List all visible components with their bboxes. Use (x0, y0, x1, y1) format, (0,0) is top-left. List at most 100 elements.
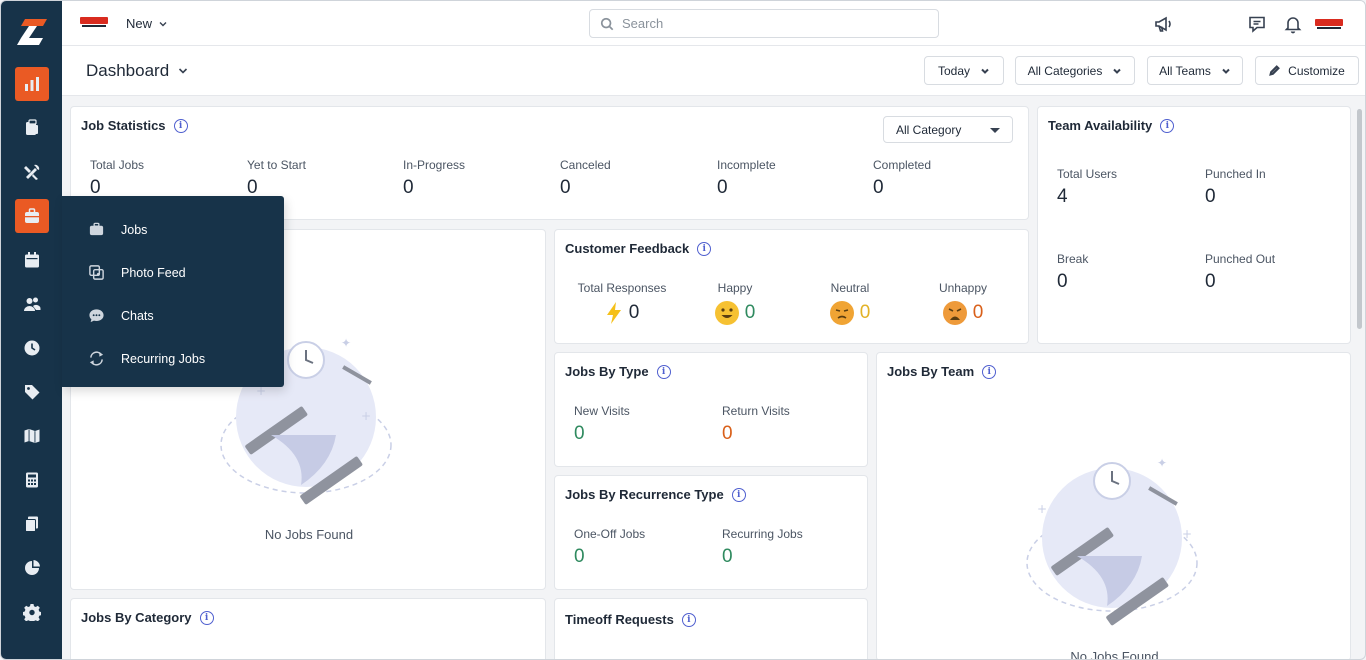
flyout-item-photo-feed[interactable]: Photo Feed (62, 251, 284, 294)
scrollbar-track[interactable] (1357, 99, 1362, 659)
flyout-item-label: Chats (121, 308, 154, 323)
categories-filter[interactable]: All Categories (1015, 56, 1135, 85)
jobs-by-type-title: Jobs By Type i (565, 364, 671, 379)
stat-label: New Visits (574, 404, 630, 418)
stat-incomplete: Incomplete 0 (717, 158, 776, 199)
jobs-by-category-card: Jobs By Category i (70, 598, 546, 659)
jobs-flyout-menu: Jobs Photo Feed Chats Recurring Jobs (62, 196, 284, 387)
account-avatar-icon[interactable] (1315, 17, 1343, 31)
company-logo-icon[interactable] (80, 15, 108, 29)
card-title-text: Team Availability (1048, 118, 1153, 133)
stat-label: Completed (873, 158, 932, 172)
info-icon[interactable]: i (681, 612, 696, 627)
info-icon[interactable]: i (731, 487, 746, 502)
stat-label: One-Off Jobs (574, 527, 646, 541)
new-button-label: New (126, 16, 153, 31)
info-icon[interactable]: i (982, 364, 997, 379)
customer-feedback-title: Customer Feedback i (565, 241, 712, 256)
empty-state-text: No Jobs Found (1070, 649, 1159, 660)
jobs-by-team-title: Jobs By Team i (887, 364, 997, 379)
date-filter[interactable]: Today (924, 56, 1004, 85)
app-logo-icon[interactable] (15, 15, 49, 49)
stat-value: 4 (1057, 186, 1068, 207)
nav-tools-icon[interactable] (15, 155, 49, 189)
nav-dashboard-icon[interactable] (15, 67, 49, 101)
nav-clock-icon[interactable] (15, 331, 49, 365)
scrollbar-thumb[interactable] (1357, 109, 1362, 329)
chevron-down-icon (981, 68, 989, 74)
stat-value: 0 (744, 302, 756, 323)
flyout-item-recurring-jobs[interactable]: Recurring Jobs (62, 337, 284, 380)
flyout-item-chats[interactable]: Chats (62, 294, 284, 337)
nav-jobs-icon[interactable] (15, 199, 49, 233)
announcement-icon[interactable] (1152, 13, 1174, 35)
timeoff-requests-title: Timeoff Requests i (565, 612, 696, 627)
categories-filter-label: All Categories (1027, 63, 1103, 78)
svg-text:✦: ✦ (341, 336, 351, 350)
notifications-bell-icon[interactable] (1282, 13, 1304, 35)
nav-users-icon[interactable] (15, 287, 49, 321)
search-bar[interactable] (589, 9, 939, 38)
stat-label: Break (1057, 252, 1089, 266)
stat-label: Total Jobs (90, 158, 145, 172)
stat-new-visits: New Visits 0 (574, 404, 630, 445)
chevron-down-icon (1222, 68, 1230, 74)
nav-clipboard-icon[interactable] (15, 111, 49, 145)
nav-tag-icon[interactable] (15, 375, 49, 409)
dashboard-selector[interactable]: Dashboard (86, 61, 189, 81)
svg-text:+: + (361, 409, 371, 423)
nav-map-icon[interactable] (15, 419, 49, 453)
stat-value: 0 (972, 302, 984, 323)
stat-punched-in: Punched In 0 (1205, 167, 1266, 208)
stat-value: 0 (560, 177, 571, 198)
stat-label: Happy (717, 281, 753, 295)
chevron-down-icon (1113, 68, 1122, 74)
stat-label: In-Progress (403, 158, 466, 172)
happy-face-icon (714, 301, 739, 325)
stat-value: 0 (1205, 186, 1216, 207)
stat-label: Punched Out (1205, 252, 1276, 266)
info-icon[interactable]: i (173, 118, 188, 133)
stat-label: Recurring Jobs (722, 527, 803, 541)
info-icon[interactable]: i (199, 610, 214, 625)
stat-completed: Completed 0 (873, 158, 931, 199)
nav-calendar-icon[interactable] (15, 243, 49, 277)
jobs-by-team-card: Jobs By Team i + + ✦ No Jobs Found (876, 352, 1351, 660)
category-select[interactable]: All Category (883, 116, 1013, 143)
neutral-face-icon (829, 301, 854, 325)
feedback-neutral: Neutral 0 (800, 281, 900, 325)
nav-documents-icon[interactable] (15, 507, 49, 541)
info-icon[interactable]: i (697, 241, 712, 256)
nav-reports-icon[interactable] (15, 551, 49, 585)
info-icon[interactable]: i (1160, 118, 1175, 133)
team-availability-card: Team Availability i Total Users 4 Punche… (1037, 106, 1351, 344)
stat-value: 0 (1057, 271, 1068, 292)
stat-value: 0 (722, 423, 733, 444)
feedback-total-responses: Total Responses 0 (567, 281, 677, 325)
card-title-text: Customer Feedback (565, 241, 690, 256)
card-title-text: Jobs By Type (565, 364, 649, 379)
new-button[interactable]: New (126, 16, 168, 31)
recurring-icon (89, 351, 104, 366)
flyout-item-jobs[interactable]: Jobs (62, 208, 284, 251)
stat-value: 0 (717, 177, 728, 198)
search-input[interactable] (622, 16, 922, 31)
card-title-text: Job Statistics (81, 118, 166, 133)
stat-value: 0 (859, 302, 871, 323)
feedback-happy: Happy 0 (685, 281, 785, 325)
briefcase-icon (89, 222, 104, 236)
stat-in-progress: In-Progress 0 (403, 158, 465, 199)
feedback-unhappy: Unhappy 0 (913, 281, 1013, 325)
teams-filter-label: All Teams (1159, 63, 1211, 78)
nav-calculator-icon[interactable] (15, 463, 49, 497)
customize-label: Customize (1288, 63, 1345, 78)
customize-button[interactable]: Customize (1255, 56, 1359, 85)
stat-label: Unhappy (938, 281, 988, 295)
lightning-icon (606, 302, 621, 324)
stat-label: Incomplete (717, 158, 776, 172)
info-icon[interactable]: i (656, 364, 671, 379)
flyout-item-label: Recurring Jobs (121, 351, 206, 366)
messages-icon[interactable] (1246, 13, 1268, 35)
nav-settings-icon[interactable] (15, 595, 49, 629)
teams-filter[interactable]: All Teams (1147, 56, 1243, 85)
